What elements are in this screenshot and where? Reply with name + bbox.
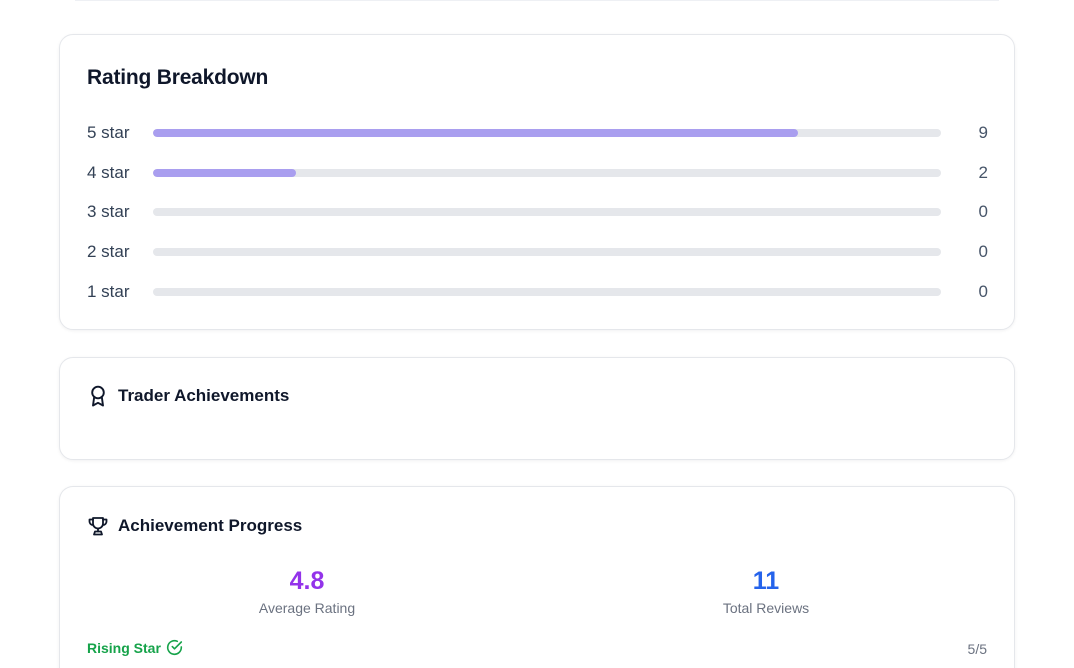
rating-breakdown-card: Rating Breakdown 5 star 9 4 star 2 3 sta… [59,34,1015,330]
rating-row-count: 9 [978,123,988,142]
milestone-rising-star: Rising Star [87,639,183,656]
award-ribbon-icon [87,385,109,407]
average-rating-caption: Average Rating [258,600,356,616]
rating-row-label: 2 star [87,242,130,261]
rating-bar-track [153,169,941,177]
rating-breakdown-title: Rating Breakdown [87,66,269,89]
rating-bar-track [153,208,941,216]
milestone-progress-count: 5/5 [967,641,987,657]
milestone-name: Rising Star [87,639,161,656]
top-divider [75,0,999,1]
total-reviews-stat: 11 Total Reviews [666,565,866,616]
rating-row-1-star: 1 star 0 [87,281,988,303]
rating-row-2-star: 2 star 0 [87,241,988,263]
total-reviews-caption: Total Reviews [722,600,810,616]
rating-bar-fill [153,169,297,177]
check-circle-icon [166,639,183,656]
trader-achievements-header: Trader Achievements [87,384,289,408]
rating-row-count: 2 [978,163,988,182]
total-reviews-value: 11 [752,567,780,595]
trophy-icon [87,515,109,537]
rating-bar-fill [153,129,798,137]
rating-row-label: 5 star [87,123,130,142]
rating-row-3-star: 3 star 0 [87,201,988,223]
trader-achievements-title: Trader Achievements [118,386,290,405]
rating-row-5-star: 5 star 9 [87,122,988,144]
rating-row-4-star: 4 star 2 [87,162,988,184]
achievement-progress-card: Achievement Progress 4.8 Average Rating … [59,486,1015,668]
rating-row-label: 1 star [87,282,130,301]
rating-bar-track [153,248,941,256]
rating-bar-track [153,288,941,296]
average-rating-value: 4.8 [289,567,325,595]
rating-bar-track [153,129,941,137]
average-rating-stat: 4.8 Average Rating [207,565,407,616]
rating-row-count: 0 [978,282,988,301]
rating-row-label: 4 star [87,163,130,182]
achievement-progress-title: Achievement Progress [118,516,303,535]
rating-row-label: 3 star [87,202,130,221]
rating-row-count: 0 [978,242,988,261]
rating-row-count: 0 [978,202,988,221]
achievement-progress-header: Achievement Progress [87,514,302,538]
trader-achievements-card: Trader Achievements [59,357,1015,460]
